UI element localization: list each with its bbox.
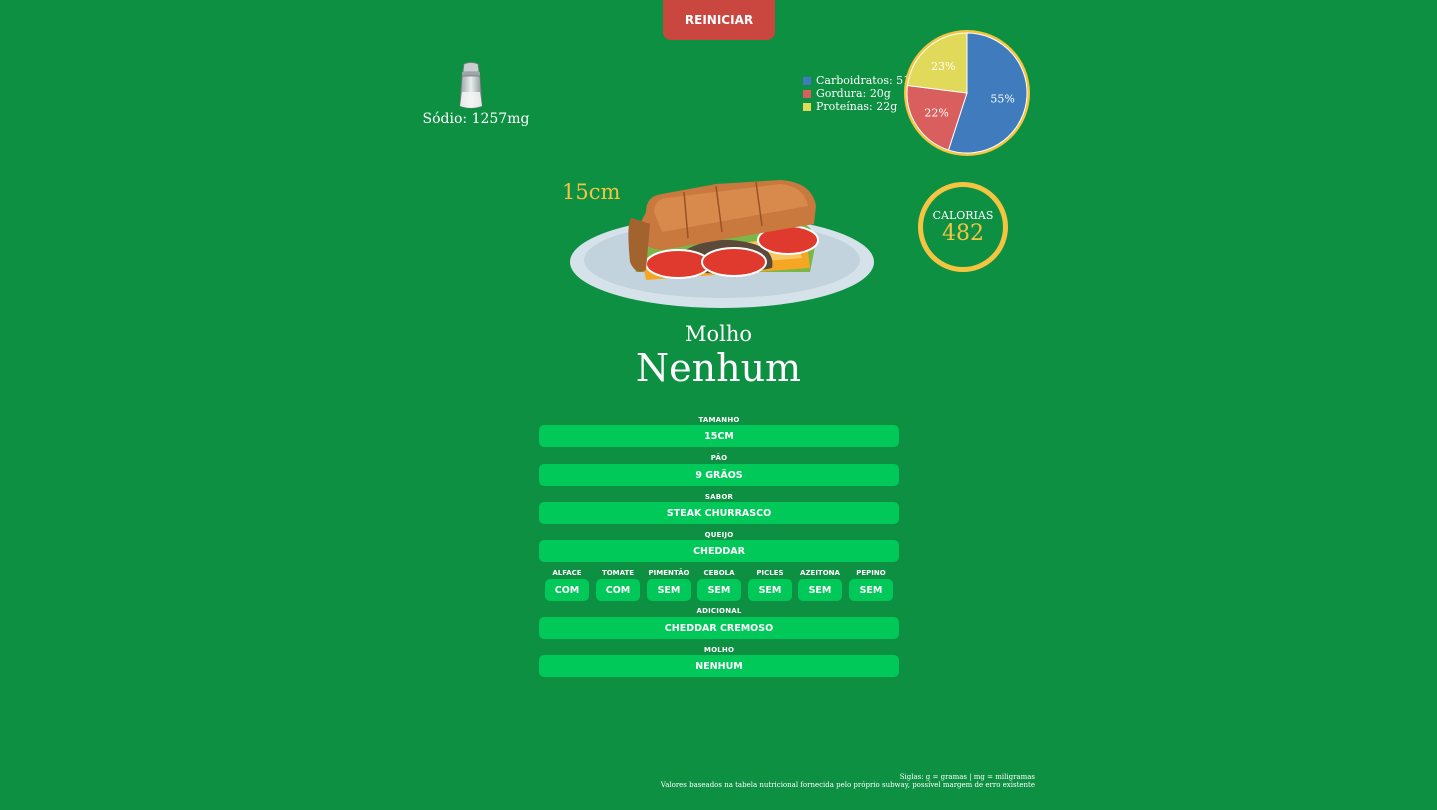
veg-label: ALFACE <box>552 569 582 577</box>
sauce-option-button[interactable]: NENHUM <box>539 655 899 677</box>
veg-onion-toggle[interactable]: SEM <box>697 579 741 601</box>
bread-option-button[interactable]: 9 GRÃOS <box>539 464 899 486</box>
cheese-option-button[interactable]: CHEDDAR <box>539 540 899 562</box>
veg-olive: AZEITONA SEM <box>798 569 842 601</box>
veg-tomato-toggle[interactable]: COM <box>596 579 640 601</box>
sauce-option-label: MOLHO <box>703 646 735 654</box>
veg-label: AZEITONA <box>800 569 840 577</box>
legend-label: Proteínas: 22g <box>816 100 898 113</box>
bread-option-label: PÃO <box>710 454 728 462</box>
pie-label-1: 22% <box>924 106 948 119</box>
pie-label-2: 23% <box>931 60 955 73</box>
macros-legend: Carboidratos: 51g Gordura: 20g Proteínas… <box>803 74 917 113</box>
veg-label: TOMATE <box>601 569 635 577</box>
salt-shaker-icon <box>459 62 483 109</box>
legend-fat: Gordura: 20g <box>803 87 917 100</box>
size-option-button[interactable]: 15CM <box>539 425 899 447</box>
calories-badge: CALORIAS 482 <box>918 182 1008 272</box>
veg-tomato: TOMATE COM <box>596 569 640 601</box>
veg-onion: CEBOLA SEM <box>697 569 741 601</box>
reset-button[interactable]: REINICIAR <box>663 0 775 40</box>
veg-pickles-toggle[interactable]: SEM <box>748 579 792 601</box>
veg-olive-toggle[interactable]: SEM <box>798 579 842 601</box>
sodium-text: Sódio: 1257mg <box>422 111 530 127</box>
size-option-label: TAMANHO <box>698 416 740 424</box>
sauce-title: Molho <box>684 322 753 346</box>
pie-label-0: 55% <box>990 93 1014 106</box>
size-label: 15cm <box>562 180 621 204</box>
sauce-value: Nenhum <box>635 346 802 390</box>
extra-option-label: ADICIONAL <box>696 607 742 615</box>
footer-abbreviations: Siglas: g = gramas | mg = miligramas <box>899 773 1035 781</box>
legend-label: Gordura: 20g <box>816 87 891 100</box>
extra-option-button[interactable]: CHEDDAR CREMOSO <box>539 617 899 639</box>
legend-swatch <box>803 89 811 98</box>
veg-lettuce-toggle[interactable]: COM <box>545 579 589 601</box>
legend-swatch <box>803 76 811 85</box>
legend-carbs: Carboidratos: 51g <box>803 74 917 87</box>
flavor-option-button[interactable]: STEAK CHURRASCO <box>539 502 899 524</box>
veg-label: PIMENTÃO <box>648 569 690 577</box>
veg-cucumber: PEPINO SEM <box>849 569 893 601</box>
footer-disclaimer: Valores baseados na tabela nutricional f… <box>660 781 1035 789</box>
veg-label: PICLES <box>756 569 784 577</box>
cheese-option-label: QUEIJO <box>704 531 734 539</box>
legend-swatch <box>803 102 811 111</box>
footer-notes: Siglas: g = gramas | mg = miligramas Val… <box>661 773 1035 789</box>
veg-label: CEBOLA <box>703 569 735 577</box>
veg-lettuce: ALFACE COM <box>545 569 589 601</box>
veg-cucumber-toggle[interactable]: SEM <box>849 579 893 601</box>
calories-value: 482 <box>942 221 984 246</box>
veg-pepper: PIMENTÃO SEM <box>647 569 691 601</box>
macros-pie-chart: 55% 22% 23% <box>904 30 1030 156</box>
legend-protein: Proteínas: 22g <box>803 100 917 113</box>
veg-label: PEPINO <box>856 569 886 577</box>
flavor-option-label: SABOR <box>704 493 734 501</box>
veg-pickles: PICLES SEM <box>748 569 792 601</box>
veg-pepper-toggle[interactable]: SEM <box>647 579 691 601</box>
